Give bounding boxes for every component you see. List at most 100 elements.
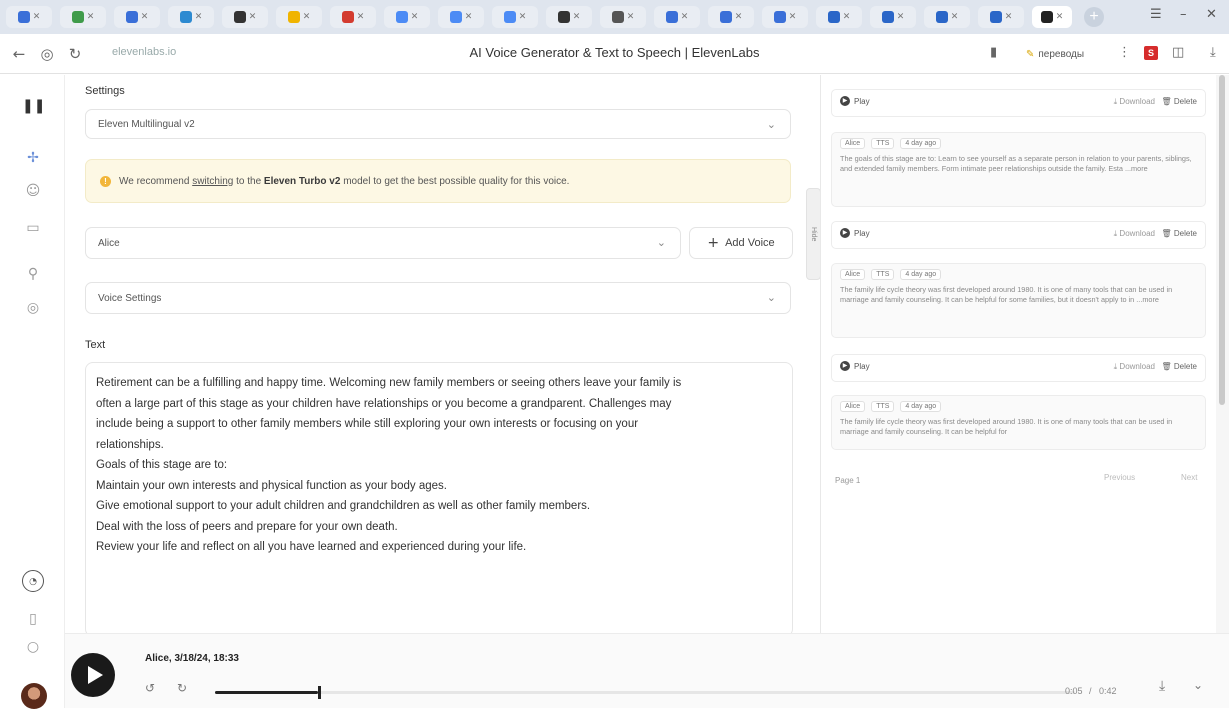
close-tab-icon[interactable]: ✕ — [141, 12, 149, 22]
browser-tab[interactable]: ✕ — [708, 6, 754, 28]
previous-button[interactable]: Previous — [1104, 473, 1135, 482]
next-button[interactable]: Next — [1181, 473, 1197, 482]
history-delete-button[interactable]: 🗑 Delete — [1161, 97, 1197, 106]
close-tab-icon[interactable]: ✕ — [897, 12, 905, 22]
history-delete-button[interactable]: 🗑 Delete — [1161, 362, 1197, 371]
progress-bar[interactable] — [215, 686, 1075, 699]
voice-settings-dropdown[interactable]: Voice Settings ⌄ — [85, 282, 791, 314]
close-tab-icon[interactable]: ✕ — [357, 12, 365, 22]
list-tabs-icon[interactable]: ☰ — [1150, 7, 1162, 22]
logo-icon[interactable]: ❚❚ — [22, 95, 45, 117]
browser-tab[interactable]: ✕ — [438, 6, 484, 28]
close-tab-icon[interactable]: ✕ — [1056, 12, 1064, 22]
tab-favicon-icon — [395, 11, 408, 23]
close-tab-icon[interactable]: ✕ — [789, 12, 797, 22]
close-tab-icon[interactable]: ✕ — [735, 12, 743, 22]
close-tab-icon[interactable]: ✕ — [1005, 12, 1013, 22]
browser-tab[interactable]: ✕ — [168, 6, 214, 28]
browser-tab[interactable]: ✕ — [762, 6, 808, 28]
tab-favicon-icon — [503, 11, 516, 23]
browser-tab[interactable]: ✕ — [546, 6, 592, 28]
model-select[interactable]: Eleven Multilingual v2 ⌄ — [85, 109, 791, 139]
forward-icon[interactable]: ↻ — [177, 681, 187, 695]
history-item[interactable]: Alice TTS 4 day ago The family life cycle t… — [831, 263, 1206, 338]
history-download-button[interactable]: ⤓ Download — [1114, 362, 1155, 372]
voice-select[interactable]: Alice ⌄ — [85, 227, 681, 259]
rewind-icon[interactable]: ↺ — [145, 681, 155, 695]
quota-icon[interactable]: ◔ — [22, 570, 44, 592]
menu-dots-icon[interactable]: ⋮ — [1118, 45, 1131, 60]
browser-tab[interactable]: ✕ — [330, 6, 376, 28]
close-tab-icon[interactable]: ✕ — [519, 12, 527, 22]
history-play-button[interactable]: ▶ Play — [840, 361, 870, 371]
browser-tab[interactable]: ✕ — [6, 6, 52, 28]
close-tab-icon[interactable]: ✕ — [303, 12, 311, 22]
bookmark-icon[interactable]: ▮ — [990, 45, 997, 60]
avatar[interactable] — [21, 683, 47, 709]
history-play-button[interactable]: ▶ Play — [840, 228, 870, 238]
voices-icon[interactable]: ☺ — [22, 180, 44, 202]
dubbing-icon[interactable]: ⚲ — [22, 263, 44, 285]
new-tab-button[interactable]: + — [1084, 7, 1104, 27]
tab-favicon-icon — [719, 11, 732, 23]
sidebar-toggle-icon[interactable]: ◫ — [1172, 45, 1184, 60]
browser-tab[interactable]: ✕ — [870, 6, 916, 28]
history-download-button[interactable]: ⤓ Download — [1114, 229, 1155, 239]
browser-tab[interactable]: ✕ — [222, 6, 268, 28]
plus-icon: + — [707, 235, 720, 251]
settings-icon[interactable]: ○ — [22, 636, 44, 658]
browser-tab[interactable]: ✕ — [492, 6, 538, 28]
browser-tab[interactable]: ✕ — [816, 6, 862, 28]
downloads-icon[interactable]: ⤓ — [1210, 45, 1216, 60]
scrollbar-thumb[interactable] — [1219, 75, 1225, 405]
switching-link[interactable]: switching — [192, 176, 233, 187]
history-delete-button[interactable]: 🗑 Delete — [1161, 229, 1197, 238]
close-tab-icon[interactable]: ✕ — [33, 12, 41, 22]
history-text: The family life cycle theory was first d… — [840, 417, 1173, 436]
close-tab-icon[interactable]: ✕ — [627, 12, 635, 22]
browser-tab[interactable]: ✕ — [114, 6, 160, 28]
close-tab-icon[interactable]: ✕ — [681, 12, 689, 22]
projects-icon[interactable]: ▭ — [22, 217, 44, 239]
history-download-button[interactable]: ⤓ Download — [1114, 97, 1155, 107]
extension-icon[interactable]: S — [1144, 46, 1158, 60]
progress-knob[interactable] — [318, 686, 322, 699]
collapse-player-icon[interactable]: ⌄ — [1193, 678, 1203, 692]
history-item[interactable]: Alice TTS 4 day ago The family life cycle t… — [831, 395, 1206, 450]
minimize-icon[interactable]: – — [1180, 7, 1187, 22]
close-tab-icon[interactable]: ✕ — [249, 12, 257, 22]
add-voice-button[interactable]: + Add Voice — [689, 227, 793, 259]
text-line: relationships. — [96, 438, 164, 451]
active-browser-tab[interactable]: ✕ — [1032, 6, 1072, 28]
browser-tab[interactable]: ✕ — [654, 6, 700, 28]
voice-lab-icon[interactable]: ◎ — [22, 297, 44, 319]
chevron-down-icon: ⌄ — [656, 236, 666, 249]
hide-history-handle[interactable]: Hide — [806, 188, 821, 280]
close-tab-icon[interactable]: ✕ — [573, 12, 581, 22]
speech-synthesis-icon[interactable]: ✢ — [22, 147, 44, 169]
close-tab-icon[interactable]: ✕ — [951, 12, 959, 22]
play-button[interactable] — [71, 653, 115, 697]
browser-tab[interactable]: ✕ — [384, 6, 430, 28]
tab-favicon-icon — [989, 11, 1002, 23]
browser-tab[interactable]: ✕ — [276, 6, 322, 28]
browser-tab[interactable]: ✕ — [600, 6, 646, 28]
text-label: Text — [85, 339, 106, 351]
close-tab-icon[interactable]: ✕ — [843, 12, 851, 22]
close-tab-icon[interactable]: ✕ — [195, 12, 203, 22]
close-tab-icon[interactable]: ✕ — [465, 12, 473, 22]
tab-favicon-icon — [71, 11, 84, 23]
close-tab-icon[interactable]: ✕ — [87, 12, 95, 22]
history-play-button[interactable]: ▶ Play — [840, 96, 870, 106]
close-window-icon[interactable]: ✕ — [1206, 7, 1217, 22]
browser-tab[interactable]: ✕ — [60, 6, 106, 28]
history-scrollbar[interactable] — [1216, 75, 1229, 635]
text-input[interactable]: Retirement can be a fulfilling and happy… — [85, 362, 793, 637]
translate-button[interactable]: ✎ переводы — [1018, 44, 1092, 64]
download-icon[interactable]: ⤓ — [1159, 678, 1165, 694]
notifications-icon[interactable]: ▯ — [22, 608, 44, 630]
browser-tab[interactable]: ✕ — [924, 6, 970, 28]
history-item[interactable]: Alice TTS 4 day ago The goals of this stage… — [831, 132, 1206, 207]
close-tab-icon[interactable]: ✕ — [411, 12, 419, 22]
browser-tab[interactable]: ✕ — [978, 6, 1024, 28]
